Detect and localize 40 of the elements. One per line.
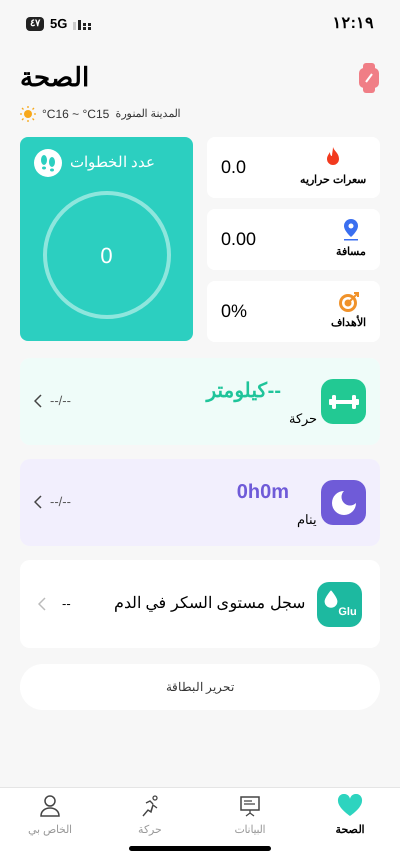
- stat-label: مسافة: [336, 245, 366, 260]
- time-range: --/--: [50, 492, 71, 511]
- city-name: المدينة المنورة: [115, 106, 180, 122]
- presentation-board-icon: [239, 794, 261, 818]
- battery-indicator: ٤٧: [26, 17, 44, 31]
- time-range: --/--: [50, 392, 71, 410]
- watch-icon[interactable]: [358, 62, 380, 92]
- sun-icon: [20, 106, 36, 122]
- status-time: ١٢:١٩: [332, 14, 374, 34]
- temperature-range: °C16 ~ °C15: [42, 106, 110, 123]
- stat-label: الأهداف: [331, 315, 366, 332]
- network-label: 5G: [50, 15, 68, 34]
- card-value: --كيلومتر: [206, 379, 281, 404]
- moon-icon: [321, 480, 366, 525]
- activity-card[interactable]: --/-- --كيلومتر حركة: [20, 358, 380, 445]
- stat-label: سعرات حراريه: [300, 173, 366, 188]
- card-label: حركة: [289, 410, 317, 428]
- glucose-value: --: [62, 595, 71, 614]
- target-icon: [338, 291, 360, 314]
- glucose-badge: Glu: [317, 582, 362, 626]
- stat-value: 0.00: [221, 228, 256, 251]
- chevron-left-icon: [34, 394, 42, 408]
- footprints-icon: [34, 149, 62, 177]
- stat-value: 0.0: [221, 156, 246, 179]
- heart-icon: [337, 794, 363, 818]
- chevron-left-icon: [34, 494, 42, 508]
- person-icon: [39, 794, 61, 818]
- card-value: 0h0m: [236, 480, 289, 505]
- nav-tab[interactable]: الصحة: [300, 794, 400, 838]
- steps-count: 0: [100, 242, 113, 270]
- signal-icon: [73, 18, 92, 30]
- card-label: ينام: [297, 510, 317, 529]
- page-title: الصحة: [20, 61, 89, 94]
- stat-value: 0%: [221, 300, 248, 323]
- glucose-title: سجل مستوى السكر في الدم: [113, 594, 305, 614]
- location-pin-icon: [341, 218, 361, 242]
- dumbbell-icon: [321, 379, 366, 424]
- edit-card-button[interactable]: تحرير البطاقة: [20, 664, 380, 710]
- chevron-left-icon: [38, 597, 46, 611]
- steps-title: عدد الخطوات: [70, 152, 156, 173]
